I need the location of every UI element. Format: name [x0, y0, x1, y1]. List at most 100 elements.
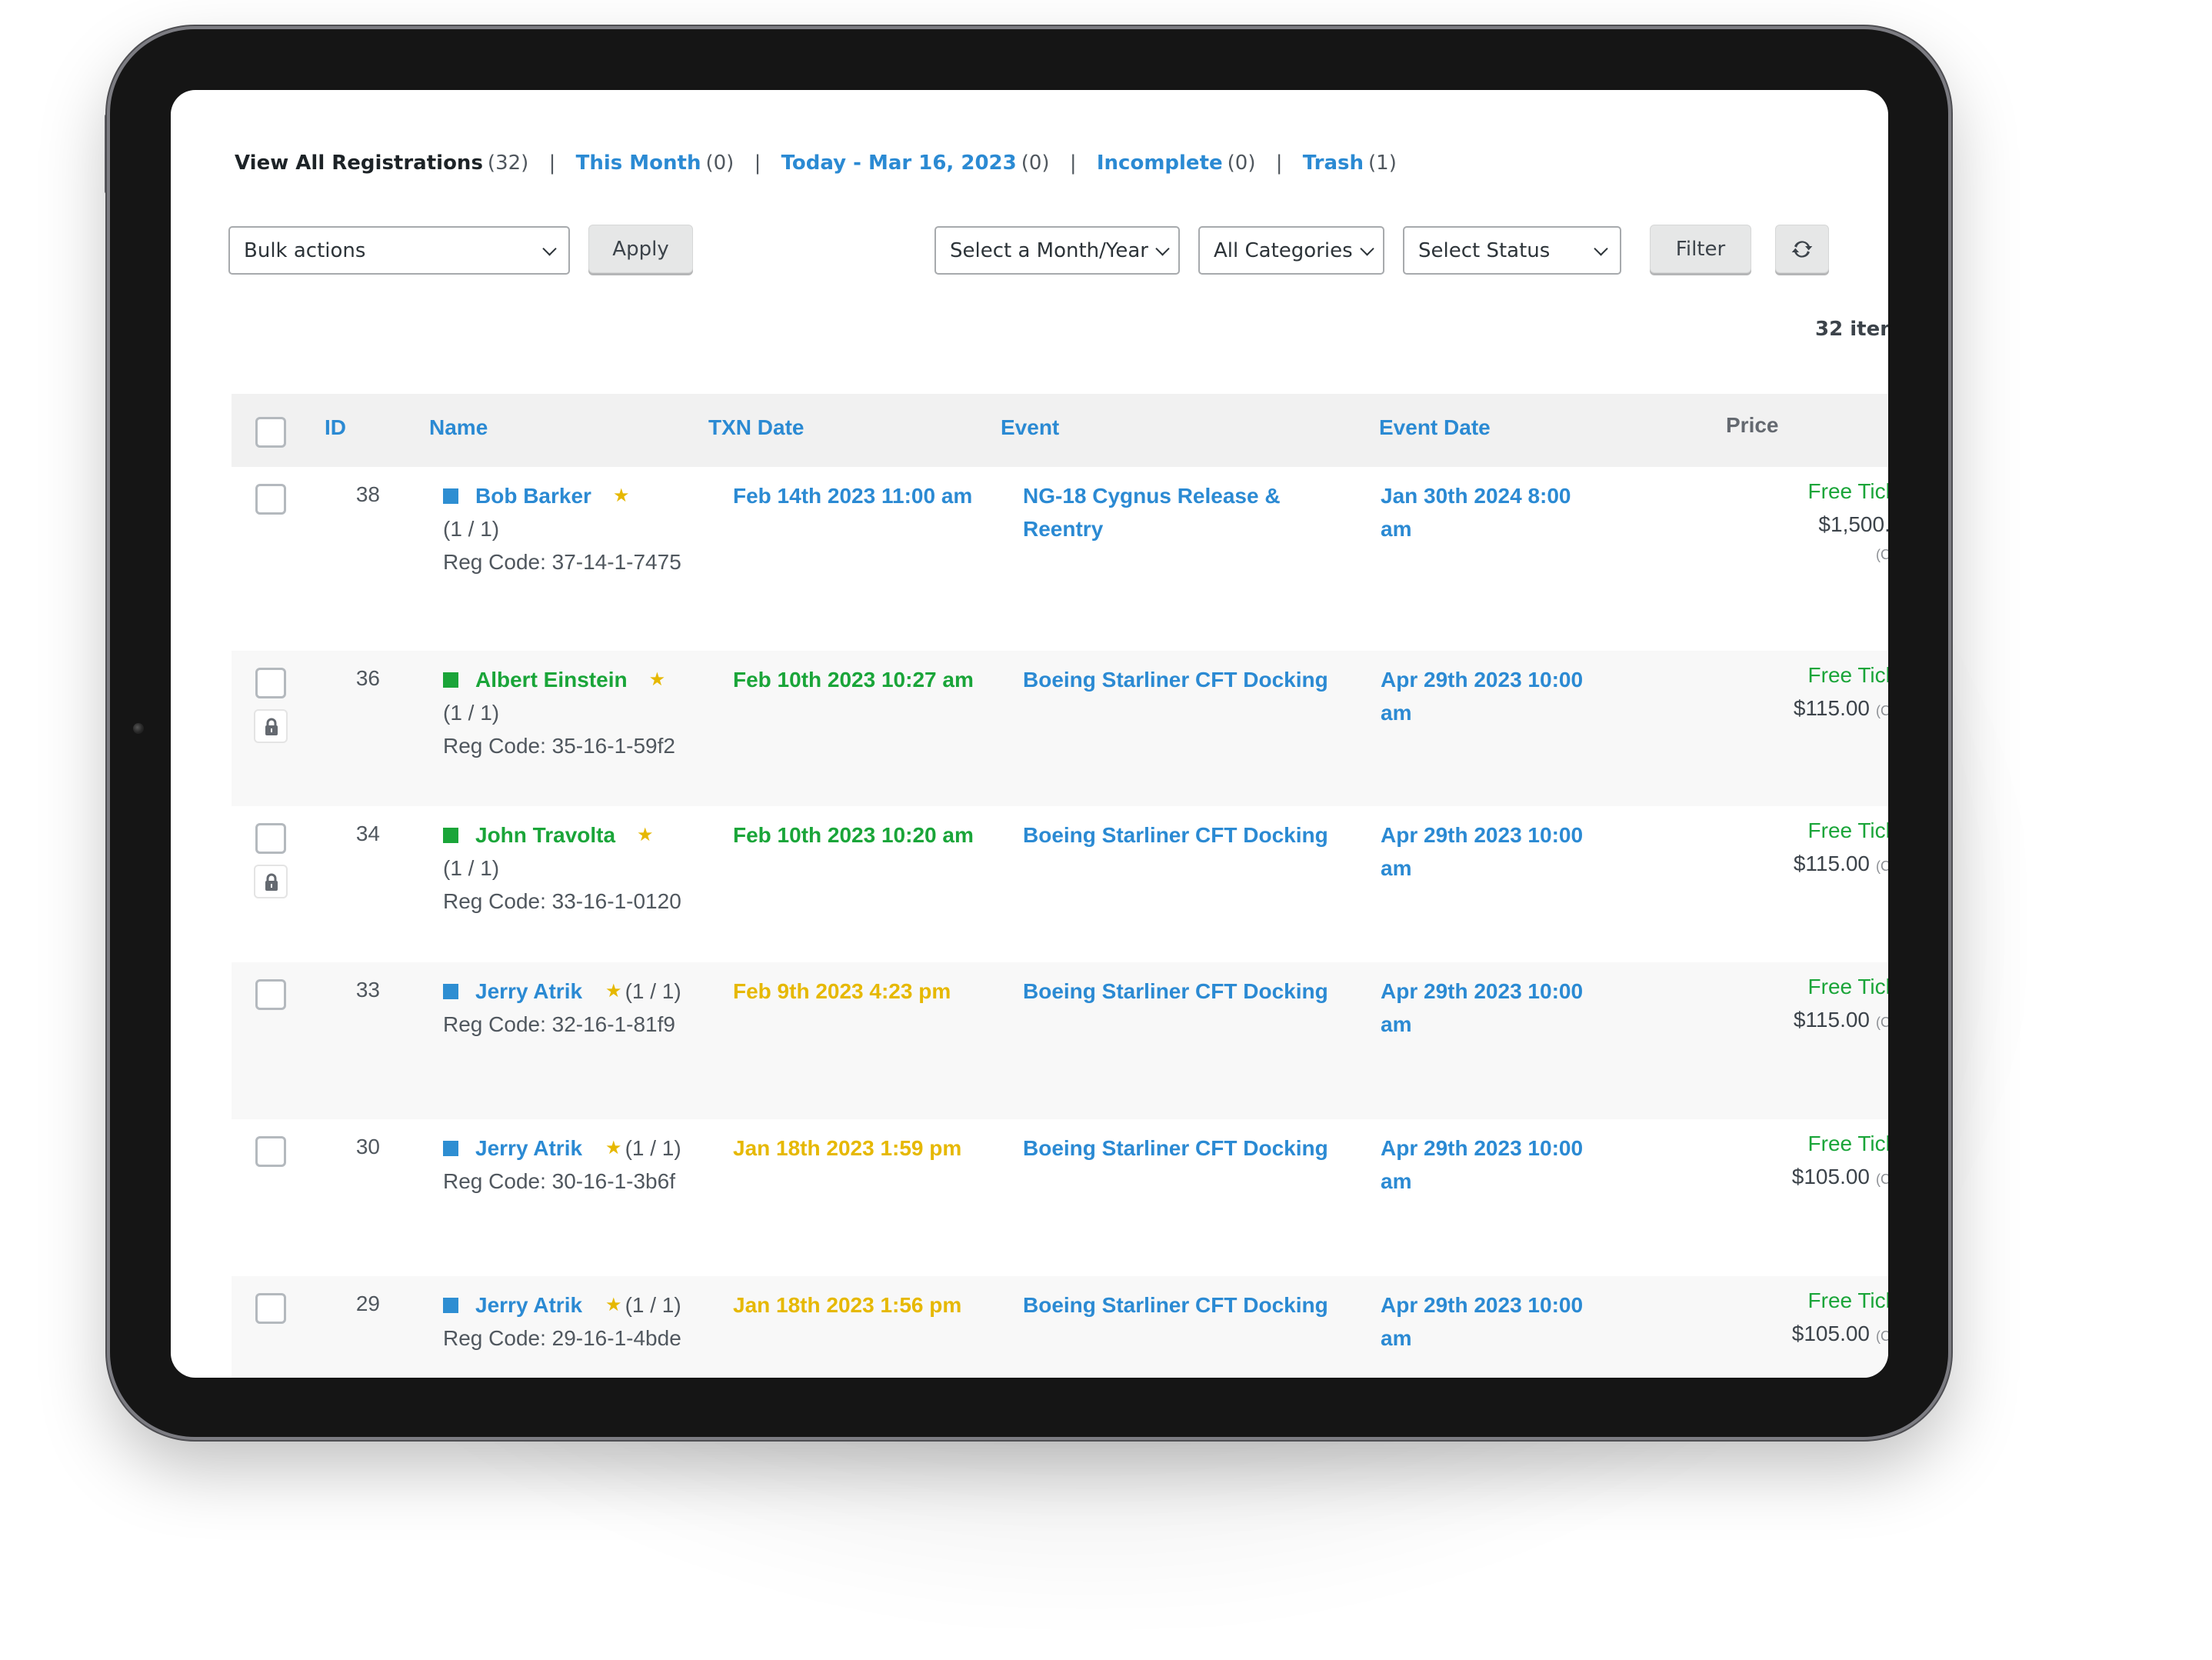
price: Free Ticket $1,500.00 (CAD) [1684, 475, 1888, 568]
view-incomplete[interactable]: Incomplete (0) [1091, 152, 1262, 175]
price: Free Ticket $105.00 (CAD) [1684, 1284, 1888, 1353]
bulk-actions-select[interactable]: Bulk actions [228, 226, 570, 275]
registrant-name-link[interactable]: Bob Barker [475, 484, 591, 508]
incomplete-link[interactable]: Incomplete [1097, 152, 1223, 175]
column-header-txn-date[interactable]: TXN Date [708, 415, 804, 440]
event-link[interactable]: NG-18 Cygnus Release & Reentry [1023, 479, 1331, 545]
ticket-name: Free Ticket [1807, 818, 1888, 842]
event-link[interactable]: Boeing Starliner CFT Docking [1023, 663, 1331, 696]
row-checkbox[interactable] [255, 668, 286, 698]
lock-button[interactable] [254, 865, 288, 898]
txn-date-link[interactable]: Feb 10th 2023 10:27 am [733, 663, 974, 696]
incomplete-count: (0) [1227, 152, 1256, 175]
star-icon[interactable]: ★ [613, 485, 630, 506]
registrant-name-link[interactable]: Jerry Atrik [475, 979, 582, 1003]
star-icon[interactable]: ★ [605, 1295, 622, 1315]
registration-id: 34 [355, 822, 380, 845]
status-indicator [443, 828, 458, 843]
reset-filters-button[interactable] [1775, 225, 1829, 273]
registrant-name-link[interactable]: John Travolta [475, 823, 615, 847]
view-all-label[interactable]: View All Registrations [235, 152, 483, 175]
event-date-link[interactable]: Apr 29th 2023 10:00 am [1381, 975, 1604, 1041]
star-icon[interactable]: ★ [637, 825, 654, 845]
trash-link[interactable]: Trash [1303, 152, 1364, 175]
star-icon[interactable]: ★ [605, 981, 622, 1002]
row-checkbox[interactable] [255, 1293, 286, 1324]
today-link[interactable]: Today - Mar 16, 2023 [781, 152, 1017, 175]
price: Free Ticket $105.00 (CAD) [1684, 1127, 1888, 1196]
lock-button[interactable] [254, 709, 288, 743]
registration-id: 33 [355, 978, 380, 1002]
status-indicator [443, 1141, 458, 1156]
view-this-month[interactable]: This Month (0) [569, 152, 740, 175]
this-month-link[interactable]: This Month [576, 152, 701, 175]
row-checkbox[interactable] [255, 484, 286, 515]
txn-date-link[interactable]: Feb 14th 2023 11:00 am [733, 479, 972, 512]
view-trash[interactable]: Trash (1) [1297, 152, 1397, 175]
view-all-registrations[interactable]: View All Registrations (32) [235, 152, 535, 175]
star-icon[interactable]: ★ [649, 669, 666, 690]
txn-date-link[interactable]: Feb 9th 2023 4:23 pm [733, 975, 951, 1008]
column-header-event-date[interactable]: Event Date [1379, 415, 1491, 440]
event-date-link[interactable]: Apr 29th 2023 10:00 am [1381, 1132, 1604, 1198]
event-link[interactable]: Boeing Starliner CFT Docking [1023, 1132, 1331, 1165]
separator: | [754, 152, 761, 175]
registrant-name-link[interactable]: Jerry Atrik [475, 1136, 582, 1160]
txn-date-link[interactable]: Feb 10th 2023 10:20 am [733, 818, 974, 852]
apply-button[interactable]: Apply [588, 225, 693, 273]
registrant: Bob Barker ★ (1 / 1) Reg Code: 37-14-1-74… [443, 479, 681, 578]
row-checkbox[interactable] [255, 823, 286, 854]
reg-code: Reg Code: 37-14-1-7475 [443, 550, 681, 574]
column-header-name[interactable]: Name [429, 415, 488, 440]
event-date-link[interactable]: Apr 29th 2023 10:00 am [1381, 818, 1604, 885]
registrant-name-link[interactable]: Albert Einstein [475, 668, 628, 692]
event-link[interactable]: Boeing Starliner CFT Docking [1023, 975, 1331, 1008]
reg-code: Reg Code: 32-16-1-81f9 [443, 1012, 675, 1036]
price: Free Ticket $115.00 (CAD) [1684, 970, 1888, 1039]
price-line: $105.00 (CAD) [1684, 1160, 1888, 1196]
reg-code: Reg Code: 30-16-1-3b6f [443, 1169, 675, 1193]
refresh-icon [1791, 240, 1813, 258]
categories-select[interactable]: All Categories [1198, 226, 1384, 275]
categories-value: All Categories [1214, 238, 1353, 262]
attendee-count: (1 / 1) [443, 701, 500, 725]
registrant-line: Jerry Atrik ★ (1 / 1) [443, 1132, 681, 1165]
price-amount: $105.00 [1791, 1165, 1870, 1188]
registrant-line: Jerry Atrik ★ (1 / 1) [443, 975, 681, 1008]
price-amount: $115.00 [1793, 852, 1870, 875]
star-icon[interactable]: ★ [605, 1138, 622, 1158]
event-link[interactable]: Boeing Starliner CFT Docking [1023, 818, 1331, 852]
reg-code: Reg Code: 33-16-1-0120 [443, 889, 681, 913]
event-date-link[interactable]: Jan 30th 2024 8:00 am [1381, 479, 1604, 545]
select-all-checkbox[interactable] [255, 417, 286, 448]
price-currency: (CAD) [1876, 858, 1888, 874]
table-row: 34 John Travolta ★ (1 / 1) Reg Code: 33-1… [232, 806, 1888, 962]
status-value: Select Status [1418, 238, 1551, 262]
registrant: John Travolta ★ (1 / 1) Reg Code: 33-16-1… [443, 818, 681, 918]
status-indicator [443, 1298, 458, 1313]
status-indicator [443, 984, 458, 999]
status-select[interactable]: Select Status [1403, 226, 1621, 275]
event-date-link[interactable]: Apr 29th 2023 10:00 am [1381, 663, 1604, 729]
table-row: 36 Albert Einstein ★ (1 / 1) Reg Code: 35… [232, 651, 1888, 806]
month-year-select[interactable]: Select a Month/Year [934, 226, 1180, 275]
view-today[interactable]: Today - Mar 16, 2023 (0) [775, 152, 1055, 175]
registration-id: 36 [355, 666, 380, 690]
price-line: $115.00 (CAD) [1684, 1003, 1888, 1039]
ticket-name: Free Ticket [1807, 1288, 1888, 1312]
event-date-link[interactable]: Apr 29th 2023 10:00 am [1381, 1288, 1604, 1355]
attendee-count: (1 / 1) [625, 979, 681, 1003]
price-line: $115.00 (CAD) [1684, 692, 1888, 728]
column-header-id[interactable]: ID [325, 415, 346, 440]
lock-icon [265, 718, 278, 735]
row-checkbox[interactable] [255, 979, 286, 1010]
row-checkbox[interactable] [255, 1136, 286, 1167]
txn-date-link[interactable]: Jan 18th 2023 1:59 pm [733, 1132, 961, 1165]
registrant-name-link[interactable]: Jerry Atrik [475, 1293, 582, 1317]
filter-button[interactable]: Filter [1650, 225, 1751, 273]
ticket-name: Free Ticket [1807, 975, 1888, 998]
table-row: 33 Jerry Atrik ★ (1 / 1) Reg Code: 32-16-1… [232, 962, 1888, 1119]
txn-date-link[interactable]: Jan 18th 2023 1:56 pm [733, 1288, 961, 1322]
event-link[interactable]: Boeing Starliner CFT Docking [1023, 1288, 1331, 1322]
column-header-event[interactable]: Event [1001, 415, 1059, 440]
